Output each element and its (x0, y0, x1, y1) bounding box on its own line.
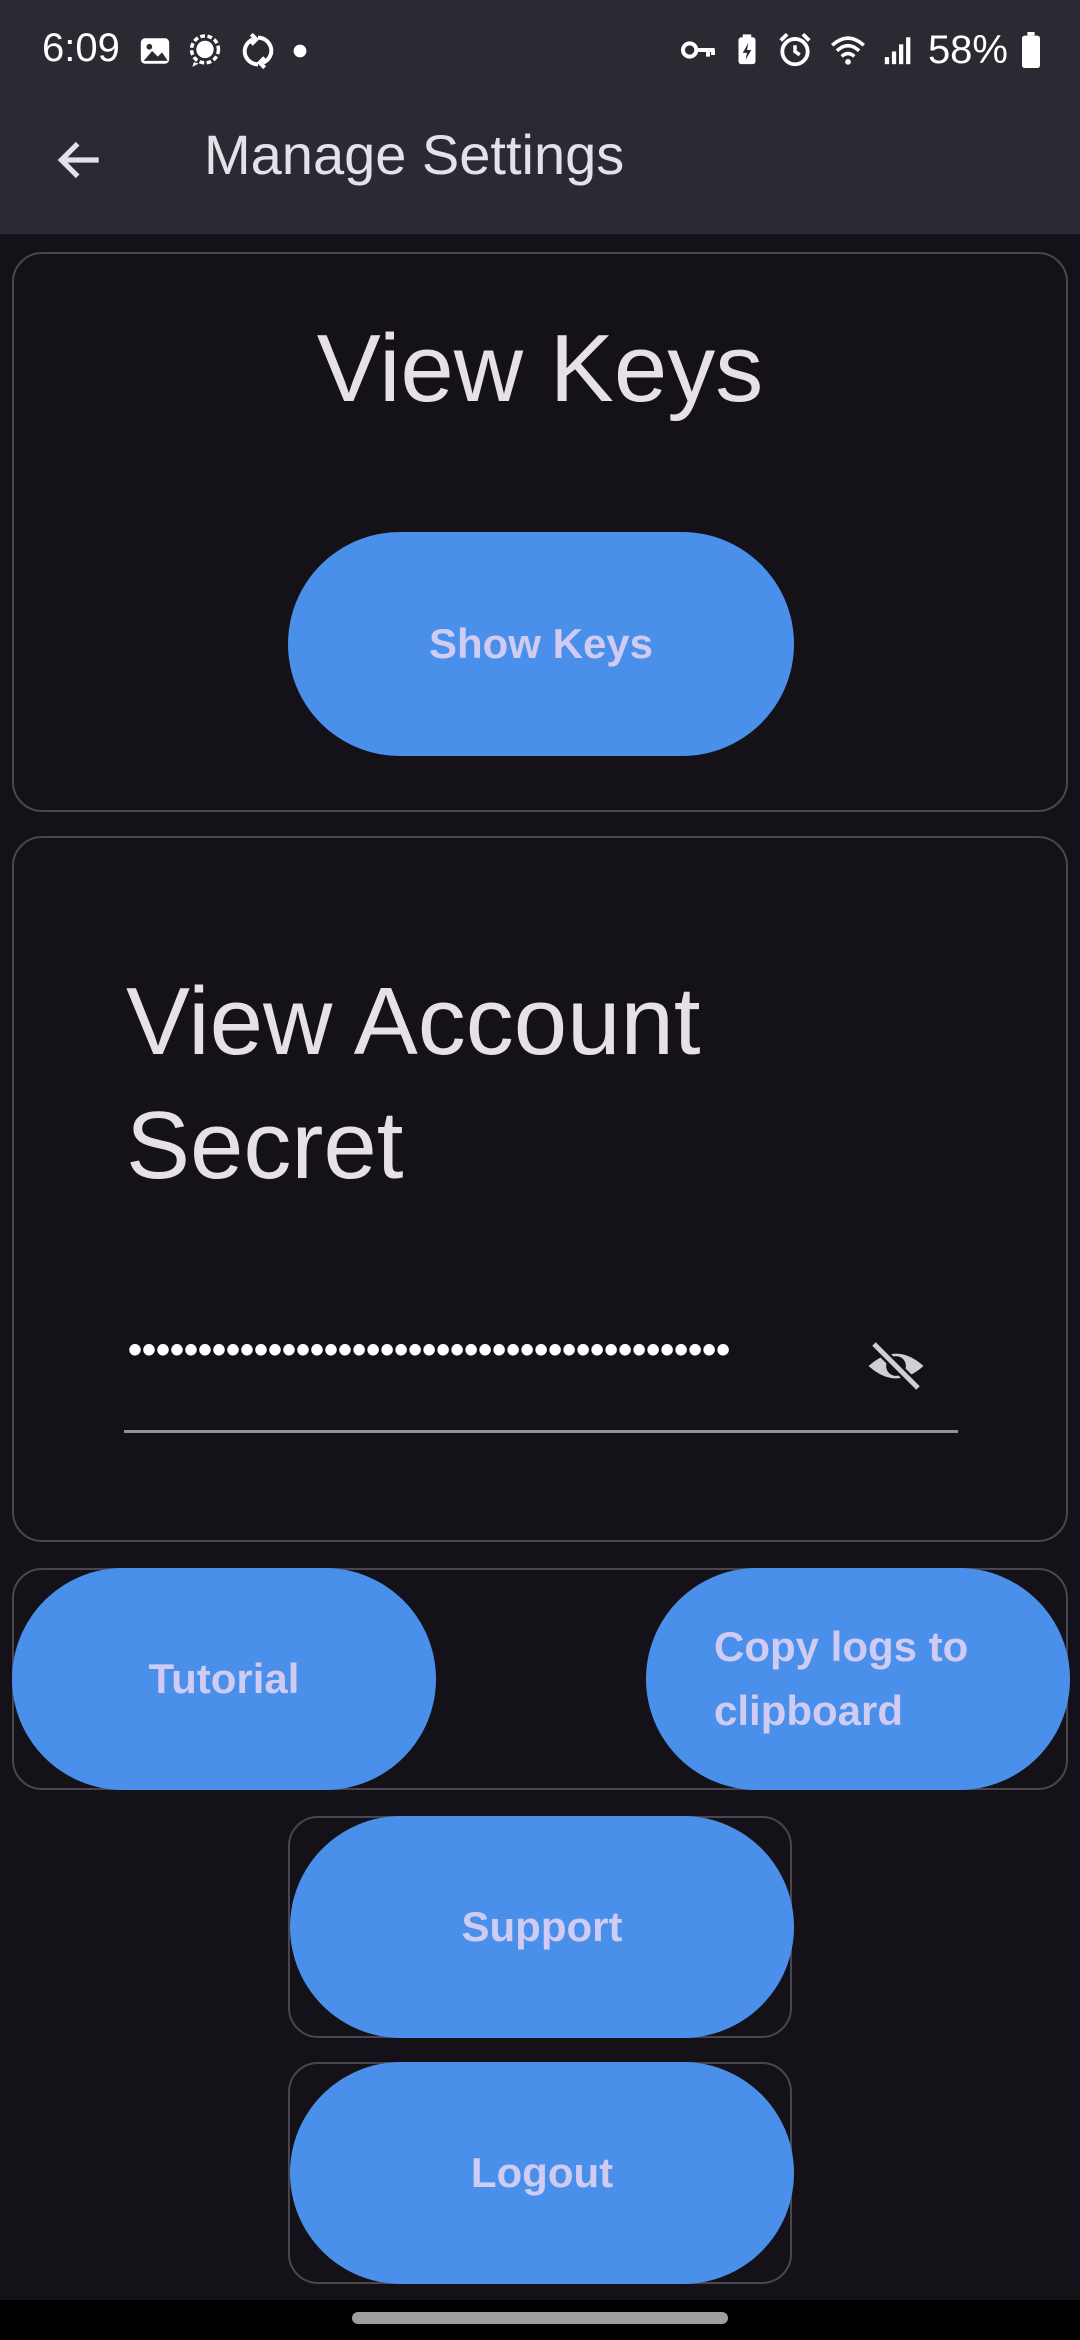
vpn-key-icon (680, 41, 715, 59)
status-bar: 6:09 58% (0, 0, 1080, 100)
secret-field-underline (124, 1430, 958, 1433)
battery-icon (1022, 32, 1040, 68)
view-keys-title: View Keys (316, 315, 764, 422)
logout-card: Logout (288, 2062, 794, 2284)
signal-icon (884, 37, 911, 65)
battery-saver-icon (738, 34, 756, 65)
account-secret-card: View Account Secret ••••••••••••••••••••… (12, 836, 1068, 1542)
status-right-icons: 58% (678, 26, 1042, 74)
battery-percent: 58% (927, 27, 1008, 72)
arrow-back-icon (57, 141, 99, 179)
actions-card: Tutorial Copy logs to clipboard (12, 1568, 1070, 1790)
show-keys-label: Show Keys (428, 620, 654, 667)
tutorial-label: Tutorial (148, 1655, 300, 1702)
copy-logs-label: Copy logs to clipboard (714, 1623, 969, 1734)
status-left-icons (138, 30, 308, 72)
alarm-icon (779, 32, 811, 67)
dot-icon (293, 44, 307, 58)
status-time: 6:09 (42, 26, 120, 70)
chat-bubble-icon (189, 34, 221, 67)
sync-icon (242, 32, 274, 70)
account-secret-title: View Account Secret (126, 968, 701, 1199)
support-button[interactable]: Support (290, 1816, 794, 2038)
tutorial-button[interactable]: Tutorial (12, 1568, 436, 1790)
visibility-toggle-button[interactable] (856, 1326, 936, 1406)
wifi-icon (830, 36, 865, 65)
back-button[interactable] (40, 120, 120, 200)
show-keys-button[interactable]: Show Keys (288, 532, 794, 756)
logout-button[interactable]: Logout (290, 2062, 794, 2284)
copy-logs-button[interactable]: Copy logs to clipboard (646, 1568, 1070, 1790)
home-gesture-handle[interactable] (352, 2312, 728, 2324)
logout-label: Logout (470, 2149, 614, 2196)
support-label: Support (461, 1903, 623, 1950)
gallery-icon (140, 38, 170, 64)
visibility-off-icon (868, 1340, 924, 1392)
view-keys-card: View Keys Show Keys (12, 252, 1068, 812)
page-title: Manage Settings (204, 123, 625, 186)
navigation-bar (0, 2300, 1080, 2340)
support-card: Support (288, 1816, 794, 2038)
account-secret-field[interactable]: ••••••••••••••••••••••••••••••••••••••••… (128, 1328, 838, 1373)
